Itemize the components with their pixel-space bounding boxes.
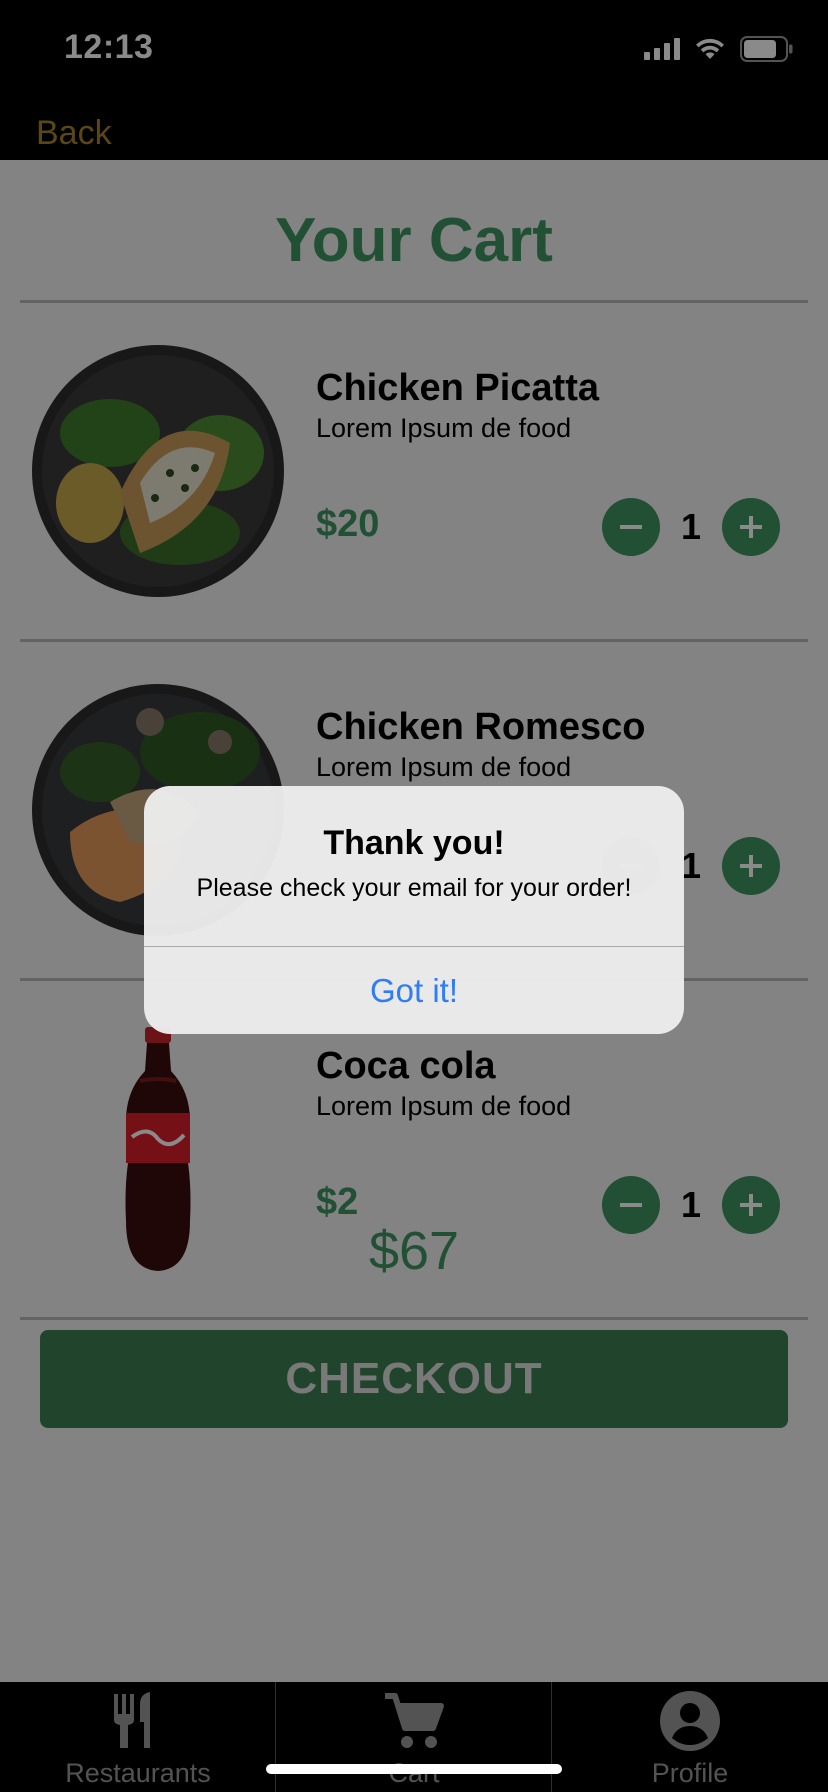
alert-message: Please check your email for your order! (196, 874, 632, 902)
got-it-button[interactable]: Got it! (144, 947, 684, 1034)
home-indicator (266, 1764, 562, 1774)
alert-dialog: Thank you! Please check your email for y… (144, 786, 684, 1034)
alert-title: Thank you! (323, 824, 505, 862)
